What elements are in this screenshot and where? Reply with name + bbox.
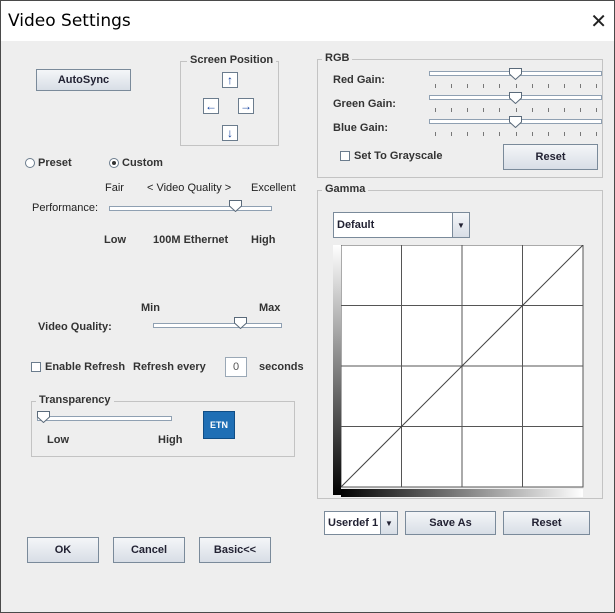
performance-slider-thumb[interactable] (229, 200, 242, 212)
video-settings-window: Video Settings ✕ AutoSync Screen Positio… (0, 0, 615, 613)
slider-tick (451, 84, 452, 88)
refresh-seconds-unit: seconds (259, 361, 304, 373)
slider-tick (564, 108, 565, 112)
slider-tick (435, 132, 436, 136)
performance-label: Performance: (32, 202, 99, 214)
slider-tick (564, 84, 565, 88)
rgb-title: RGB (322, 52, 353, 64)
slider-tick (467, 132, 468, 136)
video-quality-label: Video Quality: (38, 321, 112, 333)
arrow-left-icon[interactable]: ← (203, 98, 219, 114)
red-gain-ticks (429, 84, 602, 88)
arrow-down-icon[interactable]: ↓ (222, 125, 238, 141)
transparency-title: Transparency (36, 394, 114, 406)
chevron-down-icon: ▼ (452, 213, 469, 237)
red-gain-label: Red Gain: (333, 74, 385, 86)
video-quality-max-label: Max (259, 302, 281, 314)
ok-button[interactable]: OK (27, 537, 99, 563)
transparency-slider-thumb[interactable] (37, 411, 50, 423)
grayscale-checkbox[interactable] (340, 151, 350, 161)
gamma-preset-value: Default (337, 219, 375, 231)
transparency-group: Transparency (31, 394, 295, 457)
slider-tick (499, 132, 500, 136)
slider-tick (451, 132, 452, 136)
performance-high-label: High (251, 234, 276, 246)
slider-tick (516, 84, 517, 88)
slider-tick (596, 108, 597, 112)
performance-ethernet-label: 100M Ethernet (153, 234, 229, 246)
chevron-down-icon: ▼ (380, 512, 397, 534)
slider-tick (548, 132, 549, 136)
rgb-reset-button[interactable]: Reset (503, 144, 598, 170)
slider-tick (564, 132, 565, 136)
transparency-high-label: High (158, 434, 183, 446)
custom-label: Custom (122, 157, 163, 169)
gamma-reset-button[interactable]: Reset (503, 511, 590, 535)
slider-tick (516, 132, 517, 136)
blue-gain-slider-thumb[interactable] (509, 116, 522, 128)
preset-label: Preset (38, 157, 72, 169)
slider-tick (548, 108, 549, 112)
performance-fair-label: Fair (105, 182, 124, 194)
slider-tick (580, 132, 581, 136)
slider-tick (548, 84, 549, 88)
enable-refresh-label: Enable Refresh (45, 361, 126, 373)
blue-gain-label: Blue Gain: (333, 122, 389, 134)
arrow-up-icon[interactable]: ↑ (222, 72, 238, 88)
slider-tick (483, 84, 484, 88)
title-bar: Video Settings ✕ (1, 1, 614, 41)
arrow-right-icon[interactable]: → (238, 98, 254, 114)
transparency-slider[interactable] (37, 416, 172, 421)
gamma-userdef-select[interactable]: Userdef 1 ▼ (324, 511, 398, 535)
enable-refresh-checkbox[interactable] (31, 362, 41, 372)
gamma-userdef-value: Userdef 1 (328, 517, 379, 529)
slider-tick (435, 84, 436, 88)
slider-tick (467, 108, 468, 112)
gamma-save-as-button[interactable]: Save As (405, 511, 496, 535)
slider-tick (516, 108, 517, 112)
cancel-button[interactable]: Cancel (113, 537, 185, 563)
close-icon[interactable]: ✕ (590, 9, 607, 33)
green-gain-label: Green Gain: (333, 98, 396, 110)
autosync-button[interactable]: AutoSync (36, 69, 131, 91)
gamma-preset-select[interactable]: Default ▼ (333, 212, 470, 238)
slider-tick (499, 84, 500, 88)
slider-tick (596, 132, 597, 136)
slider-tick (532, 108, 533, 112)
eaton-logo: ETN (203, 411, 235, 439)
slider-tick (532, 84, 533, 88)
video-quality-slider-thumb[interactable] (234, 317, 248, 329)
slider-tick (483, 108, 484, 112)
refresh-seconds-input[interactable]: 0 (225, 357, 247, 377)
gamma-curve-graph[interactable] (333, 245, 593, 500)
performance-slider[interactable] (109, 206, 272, 211)
slider-tick (580, 108, 581, 112)
window-title: Video Settings (8, 11, 131, 31)
performance-excellent-label: Excellent (251, 182, 296, 194)
green-gain-slider-thumb[interactable] (509, 92, 522, 104)
transparency-low-label: Low (47, 434, 69, 446)
slider-tick (580, 84, 581, 88)
basic-button[interactable]: Basic<< (199, 537, 271, 563)
refresh-every-label: Refresh every (133, 361, 206, 373)
slider-tick (483, 132, 484, 136)
grayscale-label: Set To Grayscale (354, 150, 443, 162)
video-quality-slider[interactable] (153, 323, 282, 328)
green-gain-ticks (429, 108, 602, 112)
gamma-title: Gamma (322, 183, 369, 195)
slider-tick (596, 84, 597, 88)
video-quality-min-label: Min (141, 302, 160, 314)
slider-tick (499, 108, 500, 112)
screen-position-title: Screen Position (187, 54, 277, 66)
performance-low-label: Low (104, 234, 126, 246)
slider-tick (435, 108, 436, 112)
preset-radio[interactable] (25, 158, 35, 168)
blue-gain-ticks (429, 132, 602, 136)
red-gain-slider-thumb[interactable] (509, 68, 522, 80)
custom-radio[interactable] (109, 158, 119, 168)
slider-tick (467, 84, 468, 88)
slider-tick (451, 108, 452, 112)
slider-tick (532, 132, 533, 136)
performance-video-quality-label: < Video Quality > (147, 182, 232, 194)
